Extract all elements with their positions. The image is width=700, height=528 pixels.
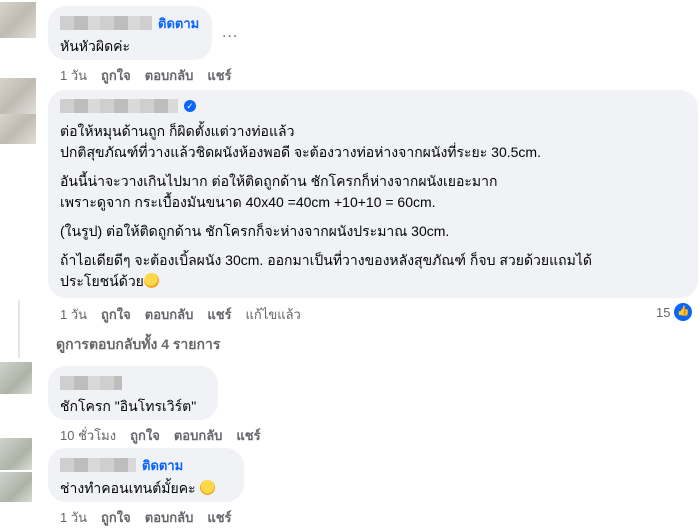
view-replies-link[interactable]: ดูการตอบกลับทั้ง 4 รายการ [56, 334, 220, 356]
verified-badge-icon: ✓ [184, 100, 196, 112]
share-button[interactable]: แชร์ [236, 425, 260, 446]
avatar[interactable] [0, 114, 36, 144]
commenter-name[interactable] [60, 99, 178, 113]
grinning-face-emoji [199, 480, 215, 495]
reply-actions: 1 วัน ถูกใจ ตอบกลับ แชร์ [60, 508, 232, 526]
avatar[interactable] [0, 362, 32, 394]
avatar[interactable] [0, 472, 32, 502]
follow-button[interactable]: ติดตาม [142, 455, 183, 476]
timestamp[interactable]: 1 วัน [60, 65, 87, 86]
reaction-summary[interactable]: 15 👍 [656, 303, 693, 321]
comment-text: หันหัวผิดค่ะ [60, 38, 131, 54]
reply-text: ช่างทำคอนเทนต์มั้ยคะ [60, 480, 196, 496]
reply-button[interactable]: ตอบกลับ [145, 65, 194, 86]
reaction-count: 15 [656, 304, 671, 320]
edited-label[interactable]: แก้ไขแล้ว [246, 304, 301, 325]
more-options-icon[interactable]: ... [222, 24, 238, 42]
comment-paragraph: อันนี้น่าจะวางเกินไปมาก ต่อให้ติดถูกด้าน… [60, 173, 498, 210]
comment-bubble: ติดตาม หันหัวผิดค่ะ [48, 6, 212, 60]
avatar[interactable] [0, 78, 36, 114]
reply-bubble: ติดตาม ช่างทำคอนเทนต์มั้ยคะ [48, 448, 244, 502]
commenter-name[interactable] [60, 16, 152, 30]
comment-paragraph-text: ถ้าไอเดียดีๆ จะต้องเบิ้ลผนัง 30cm. ออกมา… [60, 252, 592, 289]
avatar[interactable] [0, 438, 32, 470]
comment-paragraph: ต่อให้หมุนด้านถูก ก็ผิดตั้งแต่วางท่อแล้ว… [60, 123, 541, 160]
follow-button[interactable]: ติดตาม [158, 13, 199, 34]
reply-button[interactable]: ตอบกลับ [145, 507, 194, 528]
commenter-name[interactable] [60, 376, 122, 390]
comment-actions: 1 วัน ถูกใจ ตอบกลับ แชร์ แก้ไขแล้ว [60, 305, 301, 323]
like-icon: 👍 [674, 303, 693, 321]
timestamp[interactable]: 1 วัน [60, 304, 87, 325]
reply-actions: 10 ชั่วโมง ถูกใจ ตอบกลับ แชร์ [60, 426, 261, 444]
like-button[interactable]: ถูกใจ [101, 65, 131, 86]
reply-bubble: ชักโครก "อินโทรเวิร์ต" [48, 366, 218, 420]
share-button[interactable]: แชร์ [207, 507, 231, 528]
reply-text: ชักโครก "อินโทรเวิร์ต" [60, 398, 197, 414]
reply-thread-line [18, 300, 20, 358]
like-button[interactable]: ถูกใจ [101, 507, 131, 528]
share-button[interactable]: แชร์ [207, 65, 231, 86]
avatar[interactable] [0, 2, 36, 38]
like-button[interactable]: ถูกใจ [101, 304, 131, 325]
comment-paragraph: (ในรูป) ต่อให้ติดถูกด้าน ชักโครกก็จะห่าง… [60, 223, 450, 239]
commenter-name[interactable] [60, 458, 136, 472]
reply-button[interactable]: ตอบกลับ [145, 304, 194, 325]
share-button[interactable]: แชร์ [207, 304, 231, 325]
like-button[interactable]: ถูกใจ [130, 425, 160, 446]
rolling-on-floor-laughing-emoji [143, 273, 159, 288]
reply-button[interactable]: ตอบกลับ [174, 425, 223, 446]
comment-bubble: ✓ ต่อให้หมุนด้านถูก ก็ผิดตั้งแต่วางท่อแล… [48, 90, 698, 298]
timestamp[interactable]: 10 ชั่วโมง [60, 425, 116, 446]
timestamp[interactable]: 1 วัน [60, 507, 87, 528]
comment-paragraph: ถ้าไอเดียดีๆ จะต้องเบิ้ลผนัง 30cm. ออกมา… [60, 250, 686, 292]
reply-text-row: ช่างทำคอนเทนต์มั้ยคะ [60, 478, 232, 499]
comment-actions: 1 วัน ถูกใจ ตอบกลับ แชร์ [60, 66, 232, 84]
